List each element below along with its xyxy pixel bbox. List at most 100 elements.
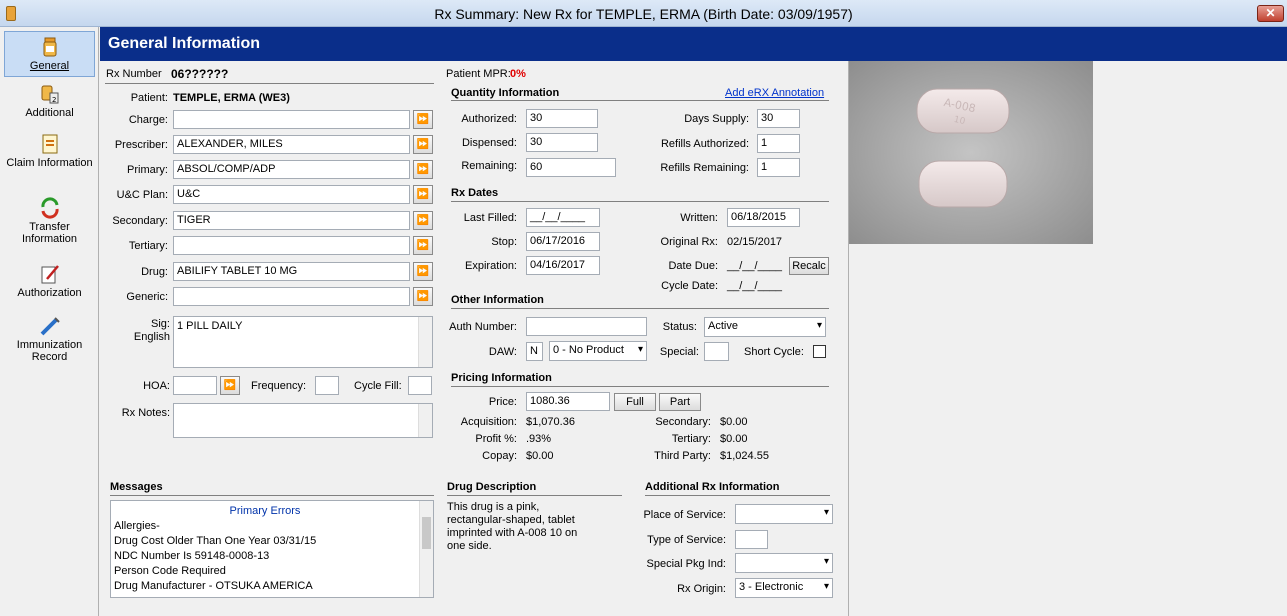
frequency-label: Frequency: bbox=[251, 380, 307, 392]
rx-notes-textarea[interactable] bbox=[173, 403, 433, 438]
place-of-service-label: Place of Service: bbox=[643, 509, 726, 521]
expiration-label: Expiration: bbox=[465, 260, 517, 272]
rx-number-value: 06?????? bbox=[171, 67, 229, 81]
charge-field[interactable] bbox=[173, 110, 410, 129]
daw-code-field[interactable]: N bbox=[526, 342, 543, 361]
type-of-service-label: Type of Service: bbox=[647, 534, 726, 546]
messages-scroll-thumb[interactable] bbox=[422, 517, 431, 549]
auth-number-field[interactable] bbox=[526, 317, 647, 336]
hoa-field[interactable] bbox=[173, 376, 217, 395]
sidebar-item-claim-information[interactable]: Claim Information bbox=[4, 133, 95, 169]
rx-notes-scrollbar[interactable] bbox=[418, 404, 432, 437]
secondary-field[interactable]: TIGER bbox=[173, 211, 410, 230]
expiration-field[interactable]: 04/16/2017 bbox=[526, 256, 600, 275]
drug-description-text: This drug is a pink, rectangular-shaped,… bbox=[447, 501, 578, 552]
status-select-value: Active bbox=[708, 320, 738, 332]
sidebar-item-additional[interactable]: 2 Additional bbox=[4, 83, 95, 119]
copay-label: Copay: bbox=[482, 450, 517, 462]
written-field[interactable]: 06/18/2015 bbox=[727, 208, 800, 227]
tertiary-lookup-button[interactable]: ⏩ bbox=[413, 236, 433, 255]
secondary-lookup-button[interactable]: ⏩ bbox=[413, 211, 433, 230]
generic-lookup-button[interactable]: ⏩ bbox=[413, 287, 433, 306]
daw-select-value: 0 - No Product bbox=[553, 344, 624, 356]
patient-mpr-label: Patient MPR: bbox=[446, 68, 511, 80]
syringe-icon bbox=[40, 317, 60, 336]
generic-field[interactable] bbox=[173, 287, 410, 306]
sig-language: English bbox=[133, 331, 170, 343]
refills-authorized-field[interactable]: 1 bbox=[757, 134, 800, 153]
sidebar-item-general[interactable]: General bbox=[4, 31, 95, 77]
special-field[interactable] bbox=[704, 342, 729, 361]
stop-field[interactable]: 06/17/2016 bbox=[526, 232, 600, 251]
sidebar-item-immunization-record[interactable]: Immunization Record bbox=[4, 315, 95, 363]
frequency-field[interactable] bbox=[315, 376, 339, 395]
sidebar-item-authorization[interactable]: Authorization bbox=[4, 263, 95, 299]
chevron-down-icon: ▾ bbox=[816, 320, 822, 331]
hoa-lookup-button[interactable]: ⏩ bbox=[220, 376, 240, 395]
status-label: Status: bbox=[662, 321, 697, 333]
drug-lookup-button[interactable]: ⏩ bbox=[413, 262, 433, 281]
status-select[interactable]: Active ▾ bbox=[704, 317, 826, 337]
prescriber-lookup-button[interactable]: ⏩ bbox=[413, 135, 433, 154]
window-title: Rx Summary: New Rx for TEMPLE, ERMA (Bir… bbox=[434, 6, 853, 22]
drug-field[interactable]: ABILIFY TABLET 10 MG bbox=[173, 262, 410, 281]
patient-value: TEMPLE, ERMA (WE3) bbox=[173, 92, 290, 104]
charge-lookup-button[interactable]: ⏩ bbox=[413, 110, 433, 129]
rx-origin-value: 3 - Electronic bbox=[739, 581, 804, 593]
rx-origin-select[interactable]: 3 - Electronic ▾ bbox=[735, 578, 833, 598]
date-due-value[interactable]: __/__/____ bbox=[727, 260, 782, 272]
divider bbox=[645, 495, 830, 496]
place-of-service-select[interactable]: ▾ bbox=[735, 504, 833, 524]
sig-scrollbar[interactable] bbox=[418, 317, 432, 367]
days-supply-field[interactable]: 30 bbox=[757, 109, 800, 128]
special-pkg-label: Special Pkg Ind: bbox=[646, 558, 727, 570]
messages-header: Primary Errors bbox=[229, 505, 301, 517]
drug-image-panel: A-008 10 bbox=[848, 61, 1287, 616]
last-filled-field[interactable]: __/__/____ bbox=[526, 208, 600, 227]
short-cycle-checkbox[interactable] bbox=[813, 345, 826, 358]
type-of-service-field[interactable] bbox=[735, 530, 768, 549]
tertiary-label: Tertiary: bbox=[128, 240, 168, 252]
remaining-field[interactable]: 60 bbox=[526, 158, 616, 177]
full-button[interactable]: Full bbox=[614, 393, 656, 411]
special-pkg-select[interactable]: ▾ bbox=[735, 553, 833, 573]
title-bar: Rx Summary: New Rx for TEMPLE, ERMA (Bir… bbox=[0, 0, 1287, 27]
drug-description-section-title: Drug Description bbox=[447, 481, 537, 493]
third-party-label: Third Party: bbox=[654, 450, 711, 462]
rx-notes-label: Rx Notes: bbox=[121, 407, 170, 419]
price-field[interactable]: 1080.36 bbox=[526, 392, 610, 411]
tertiary-field[interactable] bbox=[173, 236, 410, 255]
days-supply-label: Days Supply: bbox=[684, 113, 749, 125]
svg-text:2: 2 bbox=[52, 96, 56, 104]
refills-remaining-field[interactable]: 1 bbox=[757, 158, 800, 177]
special-label: Special: bbox=[659, 346, 699, 358]
recalc-button[interactable]: Recalc bbox=[789, 257, 829, 275]
cycle-date-value[interactable]: __/__/____ bbox=[727, 280, 782, 292]
sig-textarea[interactable]: 1 PILL DAILY bbox=[173, 316, 433, 368]
part-button[interactable]: Part bbox=[659, 393, 701, 411]
remaining-label: Remaining: bbox=[461, 160, 517, 172]
charge-label: Charge: bbox=[128, 114, 168, 126]
authorized-field[interactable]: 30 bbox=[526, 109, 598, 128]
primary-lookup-button[interactable]: ⏩ bbox=[413, 160, 433, 179]
dispensed-field[interactable]: 30 bbox=[526, 133, 598, 152]
acquisition-label: Acquisition: bbox=[460, 416, 517, 428]
daw-select[interactable]: 0 - No Product ▾ bbox=[549, 341, 647, 361]
messages-scrollbar[interactable] bbox=[419, 501, 433, 597]
hoa-label: HOA: bbox=[143, 380, 170, 392]
sig-text: 1 PILL DAILY bbox=[177, 320, 243, 332]
primary-field[interactable]: ABSOL/COMP/ADP bbox=[173, 160, 410, 179]
messages-list[interactable]: Primary Errors Allergies- Drug Cost Olde… bbox=[110, 500, 434, 598]
sidebar-item-label: Claim Information bbox=[6, 157, 93, 169]
cycle-fill-field[interactable] bbox=[408, 376, 432, 395]
sidebar-item-label: Authorization bbox=[17, 287, 82, 299]
ucplan-lookup-button[interactable]: ⏩ bbox=[413, 185, 433, 204]
sidebar-item-transfer-information[interactable]: Transfer Information bbox=[4, 197, 95, 245]
last-filled-label: Last Filled: bbox=[463, 212, 517, 224]
close-button[interactable]: ✕ bbox=[1257, 5, 1284, 22]
prescriber-field[interactable]: ALEXANDER, MILES bbox=[173, 135, 410, 154]
cycle-fill-label: Cycle Fill: bbox=[354, 380, 402, 392]
add-erx-annotation-link[interactable]: Add eRX Annotation bbox=[725, 87, 824, 99]
chevron-down-icon: ▾ bbox=[823, 581, 829, 592]
ucplan-field[interactable]: U&C bbox=[173, 185, 410, 204]
